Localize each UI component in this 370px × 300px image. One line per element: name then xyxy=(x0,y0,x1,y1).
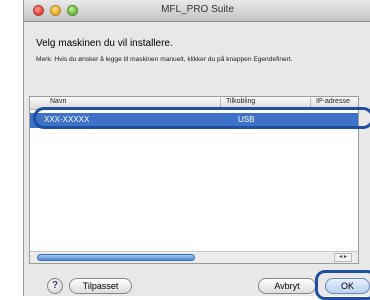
custom-button[interactable]: Tilpasset xyxy=(69,278,132,294)
dialog-note: Merk: Hvis du ønsker å legge til maskine… xyxy=(36,56,293,63)
scrollbar-thumb[interactable] xyxy=(37,254,195,261)
column-header-connection[interactable]: Tilkobling xyxy=(226,98,255,105)
dialog-heading: Velg maskinen du vil installere. xyxy=(36,38,173,49)
column-header-name[interactable]: Navn xyxy=(50,98,66,105)
cancel-button[interactable]: Avbryt xyxy=(258,278,316,294)
help-button[interactable]: ? xyxy=(47,278,63,294)
selected-row-highlight xyxy=(33,107,370,129)
scroll-arrows[interactable]: ◂ ▸ xyxy=(334,253,352,262)
title-bar[interactable]: MFL_PRO Suite xyxy=(24,0,370,22)
horizontal-scrollbar[interactable]: ◂ ▸ xyxy=(30,251,358,263)
column-header-ip[interactable]: IP-adresse xyxy=(316,98,350,105)
window-title: MFL_PRO Suite xyxy=(161,4,234,15)
